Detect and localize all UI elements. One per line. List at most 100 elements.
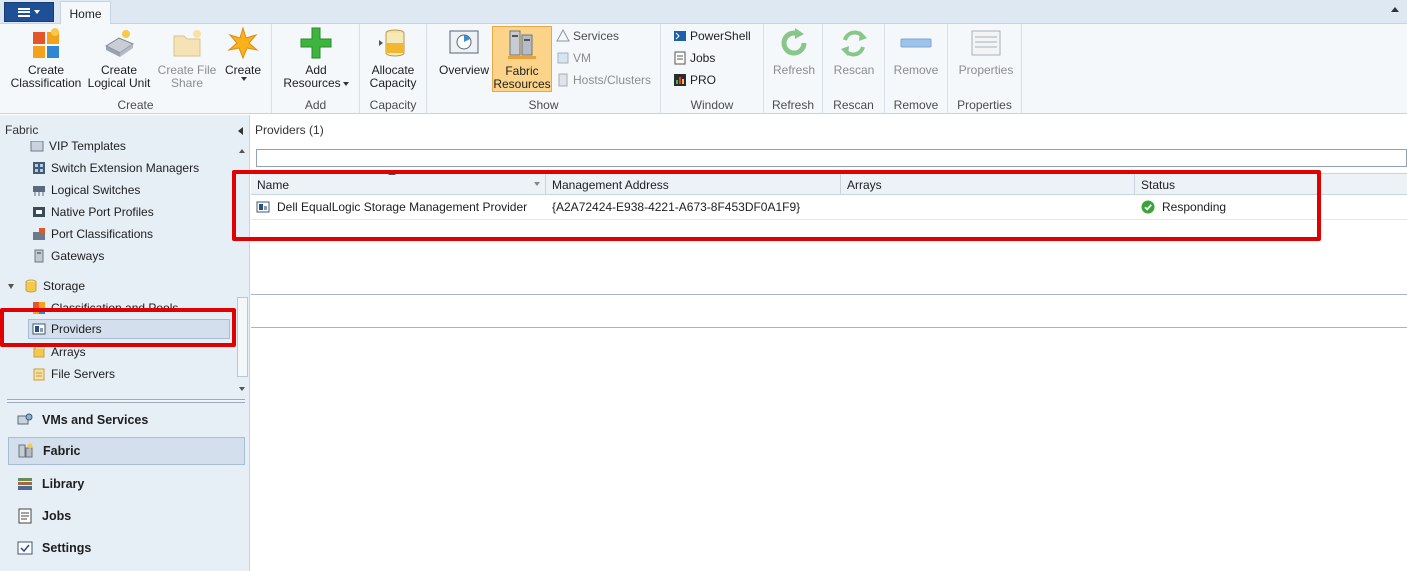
tree-item-label: Native Port Profiles (51, 205, 154, 219)
rescan-button[interactable]: Rescan (828, 26, 880, 92)
scroll-up-icon[interactable] (239, 149, 245, 153)
properties-button[interactable]: Properties (954, 26, 1018, 92)
file-share-icon (170, 26, 204, 60)
pane-header: Fabric (5, 123, 39, 137)
group-label-capacity: Capacity (369, 98, 417, 112)
column-header-status[interactable]: Status (1135, 174, 1407, 195)
workspace-label: Jobs (42, 509, 72, 523)
group-label-properties: Properties (957, 98, 1012, 112)
workspace-library[interactable]: Library (8, 470, 245, 498)
tab-home[interactable]: Home (60, 1, 111, 25)
powershell-button[interactable]: PowerShell (673, 27, 751, 45)
fabric-tree: VIP Templates Switch Extension Managers … (0, 141, 236, 395)
tree-item-file-servers[interactable]: File Servers (32, 364, 115, 384)
port-classification-icon (32, 227, 46, 241)
logical-unit-icon (102, 26, 136, 60)
search-input[interactable] (256, 149, 1407, 167)
gateway-icon (32, 249, 46, 263)
library-icon (17, 476, 33, 492)
column-filter-icon[interactable] (534, 182, 540, 186)
column-header-arrays[interactable]: Arrays (841, 174, 1135, 195)
main-content: Providers (1) Name Management Address Ar… (251, 115, 1407, 571)
jobs-window-button[interactable]: Jobs (673, 49, 715, 67)
tree-item-gateways[interactable]: Gateways (32, 246, 104, 266)
workspace-jobs[interactable]: Jobs (8, 502, 245, 530)
scrollbar-thumb[interactable] (237, 297, 248, 377)
ribbon-group-refresh: Refresh Refresh (764, 24, 823, 114)
create-file-share-label-2: Share (170, 76, 204, 90)
tree-item-label: VIP Templates (49, 141, 126, 153)
management-address: {A2A72424-E938-4221-A673-8F453DF0A1F9} (552, 200, 801, 214)
tree-item-arrays[interactable]: Arrays (32, 342, 86, 362)
workspace-label: Fabric (43, 444, 81, 458)
pro-icon (673, 73, 687, 87)
cell-name: Dell EqualLogic Storage Management Provi… (256, 195, 527, 219)
tree-item-providers[interactable]: Providers (28, 319, 230, 339)
cell-management-address: {A2A72424-E938-4221-A673-8F453DF0A1F9} (552, 195, 800, 219)
vm-button[interactable]: VM (556, 49, 591, 67)
add-resources-label-2: Resources (283, 76, 341, 90)
jobs-icon (17, 508, 33, 524)
vm-icon (556, 51, 570, 65)
column-header-management-address[interactable]: Management Address (546, 174, 841, 195)
grid-header: Name Management Address Arrays Status (251, 171, 1407, 195)
rescan-label: Rescan (833, 63, 875, 77)
chevron-down-icon (342, 81, 349, 86)
create-logical-unit-button[interactable]: Create Logical Unit (86, 26, 152, 92)
tree-scrollbar[interactable] (236, 145, 249, 395)
database-icon (376, 26, 410, 60)
tree-item-storage[interactable]: Storage (0, 276, 85, 296)
scroll-down-icon[interactable] (239, 387, 245, 391)
expand-collapse-icon[interactable] (8, 283, 14, 289)
workspace-settings[interactable]: Settings (8, 534, 245, 562)
tree-item-switch-extension-managers[interactable]: Switch Extension Managers (32, 158, 199, 178)
fabric-resources-button[interactable]: Fabric Resources (492, 26, 552, 92)
ribbon-group-show: Overview Fabric Resources Services VM Ho… (427, 24, 661, 114)
vms-services-icon (17, 412, 33, 428)
services-button[interactable]: Services (556, 27, 619, 45)
switch-extension-icon (32, 161, 46, 175)
pro-button[interactable]: PRO (673, 71, 716, 89)
group-label-add: Add (304, 98, 327, 112)
tree-item-label: Storage (43, 279, 86, 293)
tree-item-port-classifications[interactable]: Port Classifications (32, 224, 153, 244)
table-row[interactable]: Dell EqualLogic Storage Management Provi… (251, 195, 1407, 220)
workspace-fabric[interactable]: Fabric (8, 437, 245, 465)
column-label: Name (257, 177, 290, 192)
tree-item-logical-switches[interactable]: Logical Switches (32, 180, 140, 200)
settings-icon (17, 540, 33, 556)
remove-button[interactable]: Remove (890, 26, 942, 92)
allocate-capacity-button[interactable]: Allocate Capacity (364, 26, 422, 92)
tree-item-native-port-profiles[interactable]: Native Port Profiles (32, 202, 154, 222)
hosts-clusters-icon (556, 73, 570, 87)
arrays-icon (32, 345, 46, 359)
create-classification-button[interactable]: Create Classification (8, 26, 84, 92)
group-label-window: Window (690, 98, 734, 112)
create-file-share-button[interactable]: Create File Share (154, 26, 220, 92)
jobs-icon (673, 51, 687, 65)
tree-item-label: File Servers (51, 367, 116, 381)
pane-splitter[interactable] (7, 399, 245, 403)
remove-label: Remove (893, 63, 939, 77)
ribbon-group-window: PowerShell Jobs PRO Window (661, 24, 764, 114)
add-resources-button[interactable]: Add Resources (280, 26, 352, 92)
refresh-button[interactable]: Refresh (768, 26, 820, 92)
hosts-clusters-button[interactable]: Hosts/Clusters (556, 71, 651, 89)
file-menu-button[interactable] (4, 2, 54, 22)
tree-item-classification-and-pools[interactable]: Classification and Pools (32, 298, 178, 318)
sort-ascending-icon (388, 171, 396, 175)
ribbon-group-remove: Remove Remove (885, 24, 948, 114)
ribbon-collapse-icon[interactable] (1391, 7, 1399, 12)
collapse-pane-icon[interactable] (238, 127, 243, 135)
logical-switch-icon (32, 183, 46, 197)
tree-item-vip-templates[interactable]: VIP Templates (30, 141, 126, 156)
details-pane (251, 298, 1407, 328)
overview-button[interactable]: Overview (435, 26, 493, 92)
workspace-vms-and-services[interactable]: VMs and Services (8, 406, 245, 434)
create-dropdown-button[interactable]: Create (222, 26, 264, 92)
group-label-remove: Remove (893, 98, 939, 112)
create-dropdown-label: Create (224, 63, 262, 77)
workspace-label: VMs and Services (42, 413, 149, 427)
starburst-icon (226, 26, 260, 60)
column-header-name[interactable]: Name (251, 171, 546, 195)
